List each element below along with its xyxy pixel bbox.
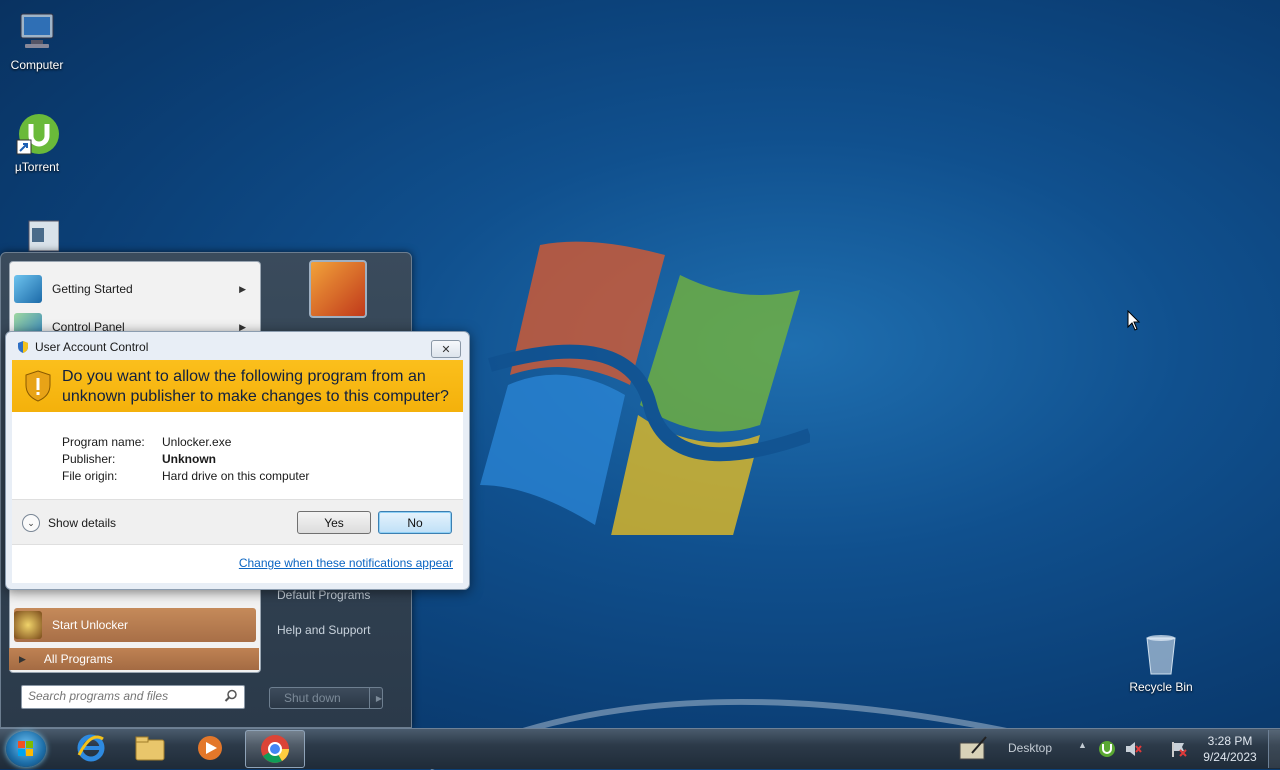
clock-date: 9/24/2023 — [1203, 750, 1257, 764]
mouse-cursor-icon — [1127, 310, 1141, 331]
tablet-input-icon — [959, 736, 987, 760]
folder-icon — [135, 736, 165, 761]
desktop-icon-recycle-bin[interactable]: Recycle Bin — [1125, 632, 1197, 694]
all-programs-arrow-icon: ▶ — [19, 653, 26, 664]
unlocker-icon — [14, 611, 42, 639]
taskbar-file-explorer[interactable] — [121, 730, 179, 766]
all-programs-label: All Programs — [43, 652, 113, 666]
desktop-icon-utorrent[interactable]: µTorrent — [1, 112, 73, 174]
all-programs-button[interactable]: ▶ All Programs — [9, 648, 259, 670]
no-button[interactable]: No — [378, 511, 452, 534]
search-icon — [224, 689, 237, 702]
info-key: Program name: — [62, 435, 145, 449]
windows-logo-wallpaper — [480, 241, 810, 535]
start-menu-item-label: Start Unlocker — [52, 618, 129, 632]
info-value: Unlocker.exe — [162, 435, 232, 449]
dialog-title: User Account Control — [35, 340, 149, 354]
recycle-bin-icon — [1139, 632, 1183, 676]
start-menu-item-help-and-support[interactable]: Help and Support — [277, 623, 370, 637]
windows-flag-icon — [18, 741, 33, 756]
info-row-program-name: Program name: Unlocker.exe — [62, 434, 309, 451]
start-button[interactable] — [6, 731, 46, 767]
warning-shield-icon — [25, 370, 51, 402]
uac-question: Do you want to allow the following progr… — [62, 368, 449, 405]
desktop-icon-computer[interactable]: Computer — [1, 10, 73, 72]
uac-shield-icon — [18, 341, 28, 353]
clock-time: 3:28 PM — [1207, 734, 1253, 748]
show-desktop-button[interactable] — [1268, 730, 1280, 768]
desktop-icon-label: µTorrent — [14, 160, 60, 174]
desktop-toolbar-label[interactable]: Desktop — [1008, 741, 1052, 755]
yes-button[interactable]: Yes — [297, 511, 371, 534]
dialog-body: Do you want to allow the following progr… — [12, 360, 463, 583]
info-key: Publisher: — [62, 452, 116, 466]
internet-explorer-icon — [77, 734, 105, 762]
search-input[interactable] — [22, 686, 224, 706]
taskbar-chrome[interactable] — [245, 730, 305, 768]
chevron-down-icon: ⌄ — [22, 514, 40, 532]
media-player-icon — [198, 736, 222, 760]
show-hidden-icons-arrow-icon[interactable]: ▲ — [1078, 740, 1087, 750]
program-info: Program name: Unlocker.exe Publisher: Unkn… — [62, 434, 309, 485]
uac-dialog: User Account Control ✕ Do you want to al… — [5, 331, 470, 590]
show-details-label: Show details — [48, 516, 117, 530]
taskbar-tray-tablet[interactable] — [950, 730, 998, 766]
close-button[interactable]: ✕ — [431, 340, 461, 358]
desktop-icon-label: Recycle Bin — [1129, 680, 1193, 694]
computer-icon — [15, 10, 59, 54]
shutdown-button[interactable]: Shut down ▶ — [269, 687, 383, 709]
desktop-icon-label: Computer — [10, 58, 64, 72]
start-menu-item-getting-started[interactable]: Getting Started ▶ — [14, 272, 256, 306]
info-value: Hard drive on this computer — [162, 469, 310, 483]
action-center-flag-icon[interactable] — [1170, 740, 1188, 758]
info-row-publisher: Publisher: Unknown — [62, 451, 309, 468]
show-details-toggle[interactable]: ⌄ Show details — [22, 514, 116, 532]
submenu-arrow-icon: ▶ — [239, 283, 246, 294]
start-menu-item-label: Getting Started — [52, 282, 133, 296]
dialog-titlebar: User Account Control — [16, 340, 148, 354]
start-menu-item-default-programs[interactable]: Default Programs — [277, 588, 370, 602]
taskbar-clock[interactable]: 3:28 PM 9/24/2023 — [1198, 733, 1262, 765]
info-key: File origin: — [62, 469, 118, 483]
shutdown-label: Shut down — [284, 691, 341, 705]
start-search-box[interactable] — [21, 685, 245, 709]
user-avatar — [309, 260, 367, 318]
info-row-file-origin: File origin: Hard drive on this computer — [62, 468, 309, 485]
getting-started-icon — [14, 275, 42, 303]
warning-banner: Do you want to allow the following progr… — [12, 360, 463, 412]
close-icon: ✕ — [441, 343, 451, 356]
info-value: Unknown — [162, 452, 216, 466]
taskbar-media-player[interactable] — [181, 730, 239, 766]
dialog-button-bar: ⌄ Show details Yes No — [12, 499, 463, 545]
speaker-muted-icon[interactable] — [1124, 740, 1142, 758]
chrome-icon — [261, 735, 289, 763]
start-menu-item-start-unlocker[interactable]: Start Unlocker — [14, 608, 256, 642]
utorrent-icon — [15, 112, 59, 156]
change-notifications-link[interactable]: Change when these notifications appear — [239, 556, 453, 570]
taskbar-internet-explorer[interactable] — [62, 730, 120, 766]
shutdown-options-arrow-icon[interactable]: ▶ — [370, 694, 382, 703]
utorrent-tray-icon[interactable] — [1098, 740, 1116, 758]
